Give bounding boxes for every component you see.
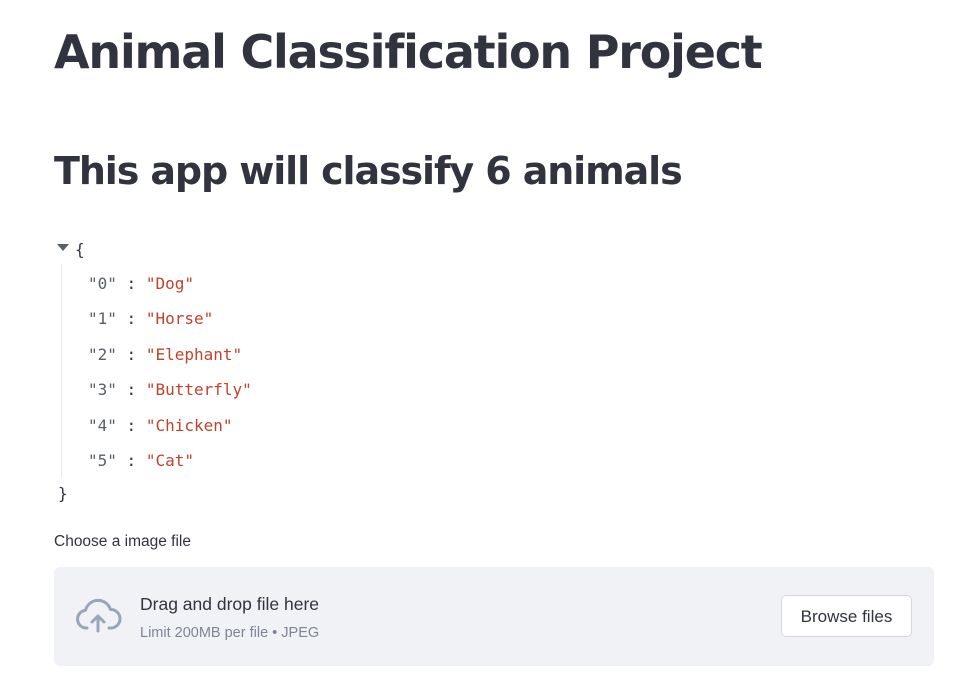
json-key: "2" bbox=[88, 344, 117, 364]
json-entries: "0" : "Dog" "1" : "Horse" "2" : "Elephan… bbox=[88, 273, 252, 485]
dropzone-title: Drag and drop file here bbox=[140, 594, 319, 614]
file-dropzone[interactable]: Drag and drop file here Limit 200MB per … bbox=[54, 567, 934, 666]
file-uploader-label: Choose a image file bbox=[54, 533, 191, 550]
json-value: "Cat" bbox=[145, 450, 194, 470]
json-entry: "1" : "Horse" bbox=[88, 308, 252, 343]
json-key: "1" bbox=[88, 309, 117, 329]
json-entry: "5" : "Cat" bbox=[88, 450, 252, 485]
json-entry: "0" : "Dog" bbox=[88, 273, 252, 308]
page-title: Animal Classification Project bbox=[54, 25, 763, 79]
browse-files-button[interactable]: Browse files bbox=[781, 595, 912, 637]
json-separator: : bbox=[126, 309, 137, 329]
cloud-upload-icon bbox=[76, 598, 122, 633]
json-entry: "4" : "Chicken" bbox=[88, 415, 252, 450]
json-separator: : bbox=[126, 274, 137, 293]
json-entry: "3" : "Butterfly" bbox=[88, 379, 252, 414]
json-value: "Horse" bbox=[145, 309, 214, 329]
dropzone-limit-hint: Limit 200MB per file • JPEG bbox=[140, 625, 320, 641]
json-separator: : bbox=[126, 380, 137, 400]
json-value: "Elephant" bbox=[145, 344, 243, 364]
json-separator: : bbox=[126, 344, 137, 364]
json-separator: : bbox=[126, 450, 137, 470]
page-subheader: This app will classify 6 animals bbox=[54, 149, 683, 193]
collapse-caret-icon[interactable] bbox=[57, 244, 69, 251]
json-value: "Chicken" bbox=[145, 415, 233, 435]
json-indent-guide bbox=[61, 264, 62, 478]
json-key: "4" bbox=[88, 415, 117, 435]
json-key: "0" bbox=[88, 274, 117, 293]
json-separator: : bbox=[126, 415, 137, 435]
json-key: "3" bbox=[88, 380, 117, 400]
json-value: "Butterfly" bbox=[145, 380, 252, 400]
json-open-brace: { bbox=[75, 240, 85, 259]
json-key: "5" bbox=[88, 450, 117, 470]
json-close-brace: } bbox=[58, 484, 68, 503]
json-value: "Dog" bbox=[145, 274, 194, 293]
json-viewer: { "0" : "Dog" "1" : "Horse" "2" : "Eleph… bbox=[54, 236, 454, 511]
json-entry: "2" : "Elephant" bbox=[88, 344, 252, 379]
